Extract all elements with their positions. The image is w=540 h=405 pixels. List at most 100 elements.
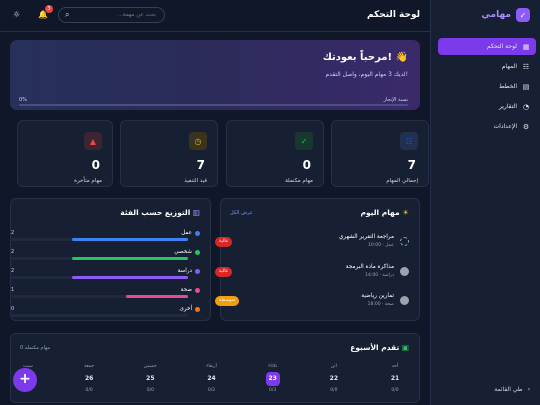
stat-completed: ✓ 0 مهام مكتملة — [226, 120, 324, 187]
pie-chart-icon: ◔ — [522, 102, 530, 111]
day-column[interactable]: خميس 25 0/0 — [130, 364, 170, 393]
category-count: 2 — [11, 249, 15, 255]
category-count: 2 — [11, 230, 15, 236]
circle-icon[interactable] — [400, 237, 409, 246]
task-meta: 14:00 · دراسة — [365, 273, 394, 278]
sidebar: ✓ مهامي ▦ لوحة التحكم ☷ المهام ▤ الخطط ◔ الت… — [430, 0, 540, 405]
check-logo-icon: ✓ — [516, 8, 530, 22]
welcome-title: مرحباً بعودتك! 👋 — [322, 52, 408, 63]
calendar-icon: ▤ — [522, 82, 530, 91]
checklist-icon: ☷ — [522, 62, 530, 71]
priority-badge: عالية — [215, 267, 233, 277]
category-dot — [195, 268, 200, 274]
sidebar-item-tasks[interactable]: ☷ المهام — [438, 58, 536, 75]
category-count: 1 — [11, 287, 15, 293]
sidebar-item-dashboard[interactable]: ▦ لوحة التحكم — [438, 38, 536, 55]
circle-icon[interactable] — [400, 296, 409, 305]
today-title: ☀ مهام اليوم — [360, 208, 409, 217]
stat-value: 7 — [407, 158, 416, 172]
task-row[interactable]: مذاكرة مادة البرمجة 14:00 · دراسة عالية — [215, 264, 409, 286]
task-title: مراجعة التقرير الشهري — [338, 234, 394, 240]
welcome-card: مرحباً بعودتك! 👋 لديك 3 مهام اليوم، واصل… — [10, 40, 420, 110]
task-title: مذاكرة مادة البرمجة — [345, 264, 394, 270]
calendar-check-icon: ▣ — [401, 343, 409, 352]
category-dot — [195, 249, 200, 255]
app-name: مهامي — [481, 10, 511, 20]
stat-in-progress: ◷ 7 قيد التنفيذ — [120, 120, 218, 187]
progress-percent: 0% — [19, 97, 27, 103]
progress-bar — [19, 104, 408, 106]
stat-label: مهام متأخرة — [74, 178, 102, 184]
category-name: صحة — [180, 287, 192, 293]
task-row[interactable]: تمارين رياضية 18:00 · صحة متوسطة — [215, 293, 409, 315]
sidebar-item-label: المهام — [501, 63, 517, 70]
collapse-sidebar-button[interactable]: › طي القائمة — [494, 386, 530, 393]
stat-overdue: ▲ 0 مهام متأخرة — [17, 120, 113, 187]
search-icon: ⌕ — [65, 10, 70, 19]
page-title: لوحة التحكم — [366, 10, 420, 20]
sun-icon[interactable]: ☼ — [13, 10, 20, 19]
category-count: 2 — [11, 268, 15, 274]
category-dot — [195, 230, 200, 236]
day-column[interactable]: أحد 21 0/0 — [375, 364, 415, 393]
sidebar-item-label: لوحة التحكم — [486, 43, 517, 50]
stat-label: مهام مكتملة — [285, 178, 313, 184]
category-name: شخصي — [174, 249, 192, 255]
priority-badge: متوسطة — [215, 296, 240, 306]
stat-label: إجمالي المهام — [386, 178, 418, 184]
category-dot — [195, 287, 200, 293]
category-distribution-card: ▥ التوزيع حسب الفئة عمل 2 شخصي 2 دراسة 2 صح… — [10, 198, 211, 321]
sidebar-nav: ▦ لوحة التحكم ☷ المهام ▤ الخطط ◔ التقارير ⚙ ا… — [438, 38, 536, 138]
collapse-label: طي القائمة — [494, 386, 523, 393]
category-title: ▥ التوزيع حسب الفئة — [120, 208, 200, 217]
category-bar — [125, 295, 188, 298]
circle-icon[interactable] — [400, 267, 409, 276]
warning-icon: ▲ — [84, 132, 102, 150]
category-name: عمل — [181, 230, 192, 236]
category-bar — [72, 257, 188, 260]
add-task-button[interactable]: + — [13, 368, 37, 392]
category-bar — [72, 276, 188, 279]
grid-icon: ▦ — [522, 42, 530, 51]
topbar: لوحة التحكم ⌕ 🔔 3 ☼ — [0, 0, 430, 32]
category-name: أخرى — [179, 306, 192, 312]
stat-label: قيد التنفيذ — [184, 178, 207, 184]
week-progress-card: ▣ تقدم الأسبوع 0 مهام مكتملة أحد 21 0/0 اث… — [10, 333, 420, 403]
show-all-link[interactable]: عرض الكل — [230, 210, 253, 216]
sidebar-item-label: التقارير — [498, 103, 517, 110]
category-bar — [72, 238, 188, 241]
task-meta: 10:00 · عمل — [368, 243, 394, 248]
sidebar-item-label: الخطط — [499, 83, 517, 90]
stat-value: 7 — [196, 158, 205, 172]
sidebar-item-settings[interactable]: ⚙ الإعدادات — [438, 118, 536, 135]
task-meta: 18:00 · صحة — [367, 302, 394, 307]
sidebar-item-reports[interactable]: ◔ التقارير — [438, 98, 536, 115]
gear-icon: ⚙ — [522, 122, 530, 131]
list-icon: ☷ — [400, 132, 418, 150]
welcome-subtitle: لديك 3 مهام اليوم، واصل التقدم! — [325, 71, 408, 78]
brand[interactable]: ✓ مهامي — [481, 8, 530, 22]
chevron-right-icon: › — [527, 386, 530, 393]
category-row: أخرى 0 — [10, 306, 200, 329]
stat-value: 0 — [91, 158, 100, 172]
bar-chart-icon: ▥ — [192, 208, 200, 217]
today-marker: 23 — [265, 372, 280, 386]
notification-badge: 3 — [45, 5, 53, 13]
category-name: دراسة — [177, 268, 192, 274]
day-column[interactable]: أربعاء 24 0/2 — [192, 364, 232, 393]
day-column[interactable]: ثلاثاء 23 0/3 — [253, 364, 293, 393]
sun-icon: ☀ — [402, 208, 409, 217]
sidebar-item-plans[interactable]: ▤ الخطط — [438, 78, 536, 95]
sidebar-item-label: الإعدادات — [493, 123, 517, 130]
day-column[interactable]: اثن 22 0/0 — [314, 364, 354, 393]
category-dot — [195, 306, 200, 312]
task-title: تمارين رياضية — [361, 293, 394, 299]
check-circle-icon: ✓ — [295, 132, 313, 150]
week-title: ▣ تقدم الأسبوع — [350, 343, 409, 352]
day-column[interactable]: جمعة 26 0/0 — [69, 364, 109, 393]
search-box[interactable]: ⌕ — [58, 7, 165, 23]
today-tasks-card: ☀ مهام اليوم عرض الكل مراجعة التقرير الش… — [215, 198, 420, 321]
task-row[interactable]: مراجعة التقرير الشهري 10:00 · عمل عالية — [215, 234, 409, 256]
progress-label: نسبة الإنجاز — [383, 97, 408, 103]
search-input[interactable] — [74, 12, 156, 18]
